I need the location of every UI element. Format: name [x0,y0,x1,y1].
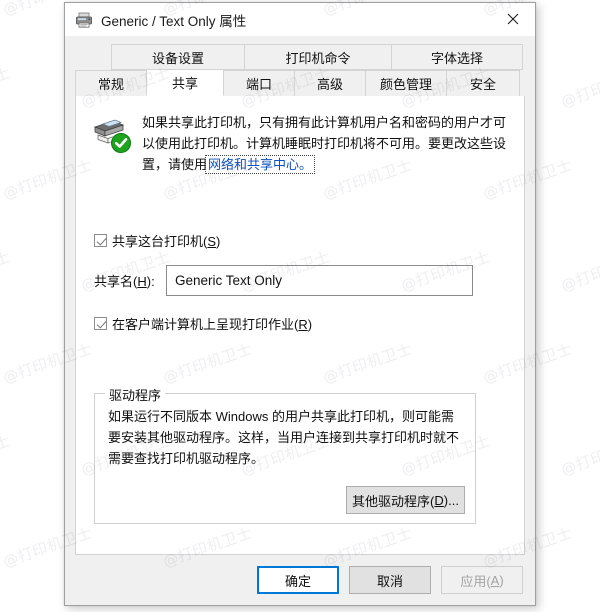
render-jobs-checkbox[interactable] [94,317,107,330]
share-name-row: 共享名(H): Generic Text Only [94,265,524,296]
driver-group-legend: 驱动程序 [105,385,166,404]
tab-label: 字体选择 [430,50,483,66]
share-this-printer-checkbox-row[interactable]: 共享这台打印机(S) [94,231,524,250]
share-name-label-mnemonic: H [137,274,147,289]
tab-label: 打印机命令 [285,50,351,66]
printer-shared-ok-icon [90,114,134,156]
tab-advanced[interactable]: 高级 [294,70,366,96]
tab-label: 高级 [316,77,343,92]
tab-security[interactable]: 安全 [446,70,520,96]
additional-drivers-button[interactable]: 其他驱动程序(D)... [346,486,465,514]
driver-button-label-post: )... [443,492,459,508]
tab-row-upper: 设备设置 打印机命令 字体选择 [111,44,525,70]
share-label-post: ) [216,234,221,249]
tab-label: 常规 [97,77,124,92]
apply-button: 应用(A) [441,566,523,594]
tab-label: 设备设置 [151,50,204,66]
apply-label-mnemonic: A [490,572,500,588]
tab-label: 端口 [245,77,272,92]
sharing-description-text: 如果共享此打印机，只有拥有此计算机用户名和密码的用户才可以使用此打印机。计算机睡… [142,112,506,175]
dialog-footer: 确定 取消 应用(A) [65,555,535,605]
network-sharing-center-link[interactable]: 网络和共享中心。 [205,155,316,174]
close-icon[interactable] [490,3,535,35]
driver-button-mnemonic: D [434,492,444,508]
printer-properties-window: Generic / Text Only 属性 设备设置 打印机命令 字体选择 常… [64,2,536,606]
sharing-info-block: 如果共享此打印机，只有拥有此计算机用户名和密码的用户才可以使用此打印机。计算机睡… [90,112,506,175]
sharing-description-body: 如果共享此打印机，只有拥有此计算机用户名和密码的用户才可以使用此打印机。计算机睡… [142,115,507,172]
share-label-pre: 共享这台打印机( [112,234,208,249]
window-title-bar: Generic / Text Only 属性 [65,3,535,36]
share-name-label-pre: 共享名( [94,274,138,289]
ok-button[interactable]: 确定 [257,566,339,594]
tab-general[interactable]: 常规 [75,70,147,96]
driver-group-box: 驱动程序 如果运行不同版本 Windows 的用户共享此打印机，则可能需要安装其… [94,385,476,524]
render-label-post: ) [307,317,313,332]
tab-label: 共享 [171,76,198,91]
tab-ports[interactable]: 端口 [223,70,295,96]
render-jobs-label: 在客户端计算机上呈现打印作业(R) [112,314,312,333]
share-this-printer-checkbox[interactable] [94,234,107,247]
tab-sharing[interactable]: 共享 [146,69,224,96]
share-label-mnemonic: S [207,234,217,249]
tab-label: 安全 [469,77,496,92]
tab-printer-commands[interactable]: 打印机命令 [244,44,392,70]
share-name-input[interactable]: Generic Text Only [166,265,473,296]
driver-button-label-pre: 其他驱动程序( [352,493,435,509]
share-this-printer-label: 共享这台打印机(S) [112,231,220,250]
tab-strip: 设备设置 打印机命令 字体选择 常规 共享 端口 高级 颜色管理 安全 [65,36,535,96]
render-label-mnemonic: R [298,317,308,332]
render-jobs-checkbox-row[interactable]: 在客户端计算机上呈现打印作业(R) [94,314,524,333]
apply-label-pre: 应用( [460,573,491,589]
driver-description-text: 如果运行不同版本 Windows 的用户共享此打印机，则可能需要安装其他驱动程序… [108,409,460,466]
render-label-pre: 在客户端计算机上呈现打印作业( [112,317,299,332]
sharing-tab-panel: 如果共享此打印机，只有拥有此计算机用户名和密码的用户才可以使用此打印机。计算机睡… [75,96,525,555]
apply-label-post: ) [499,572,504,588]
printer-icon [75,11,93,29]
tab-color-management[interactable]: 颜色管理 [365,70,447,96]
window-title-text: Generic / Text Only 属性 [101,13,247,29]
share-name-label: 共享名(H): [94,271,166,290]
share-name-label-post: ): [146,274,155,289]
cancel-button[interactable]: 取消 [349,566,431,594]
tab-row-lower: 常规 共享 端口 高级 颜色管理 安全 [75,69,525,96]
tab-device-settings[interactable]: 设备设置 [111,44,245,70]
tab-label: 颜色管理 [379,77,432,92]
tab-font-selection[interactable]: 字体选择 [391,44,523,70]
share-controls-group: 共享这台打印机(S) 共享名(H): Generic Text Only 在客户… [94,231,524,333]
